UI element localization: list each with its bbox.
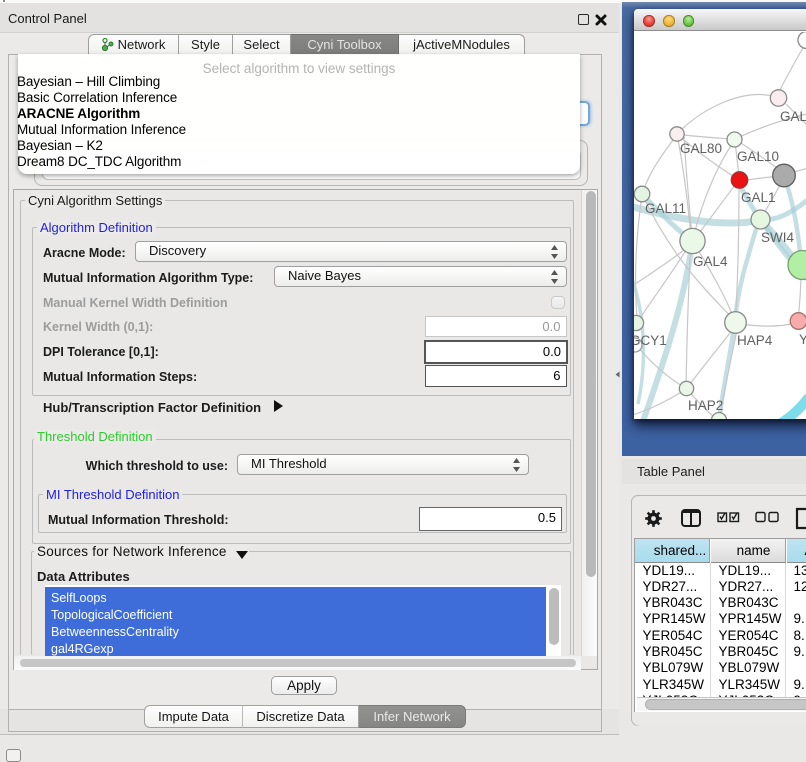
svg-text:GAL11: GAL11 [645, 201, 686, 216]
svg-text:GAL1: GAL1 [741, 190, 776, 205]
svg-text:Y: Y [799, 332, 806, 347]
svg-text:HAP2: HAP2 [688, 398, 723, 413]
svg-text:SWI4: SWI4 [761, 230, 794, 245]
svg-text:GAL4: GAL4 [693, 254, 728, 269]
svg-text:GAL80: GAL80 [680, 141, 722, 156]
svg-text:GAL10: GAL10 [737, 149, 779, 164]
svg-text:GCY1: GCY1 [634, 333, 667, 348]
svg-text:GAL7: GAL7 [780, 109, 806, 124]
svg-text:HAP4: HAP4 [737, 333, 773, 348]
